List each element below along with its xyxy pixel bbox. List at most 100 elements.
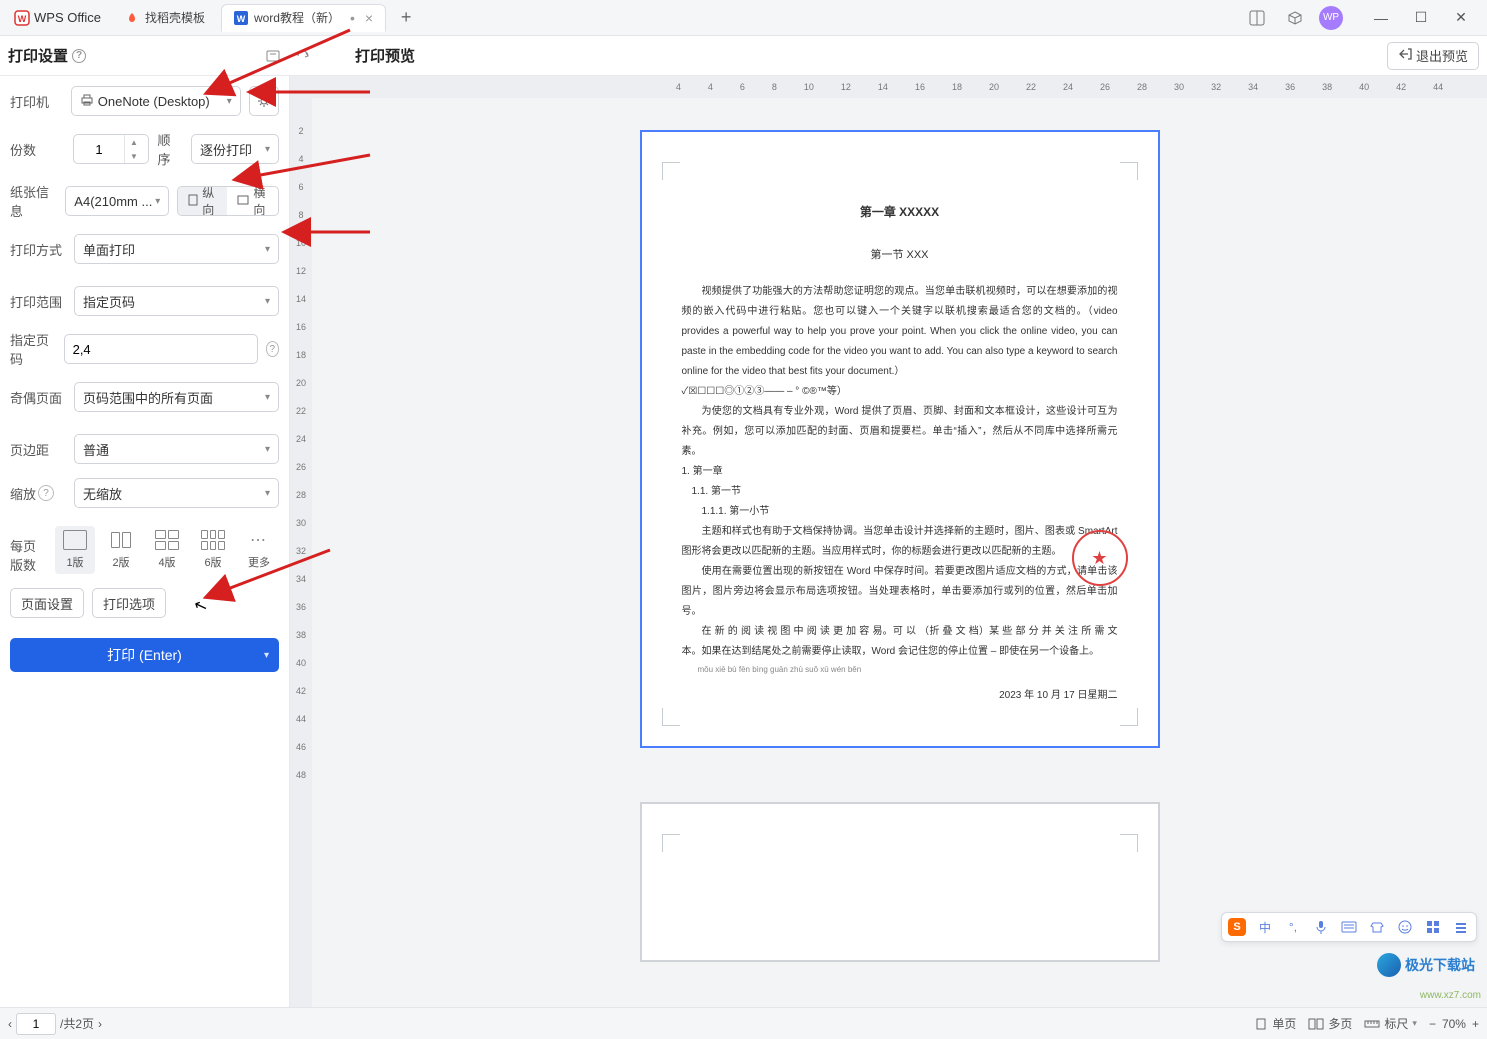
scale-help-icon[interactable]: ? <box>38 485 54 501</box>
paper-size-select[interactable]: A4(210mm ...▾ <box>65 186 169 216</box>
range-select[interactable]: 指定页码▾ <box>74 286 279 316</box>
margin-select[interactable]: 普通▾ <box>74 434 279 464</box>
orientation-toggle: 纵向 横向 <box>177 186 279 216</box>
ime-skin-icon[interactable] <box>1368 918 1386 936</box>
doc-para: 视频提供了功能强大的方法帮助您证明您的观点。当您单击联机视频时，可以在想要添加的… <box>682 282 1118 382</box>
print-settings-panel: 打印机 OneNote (Desktop) ▾ 份数 ▲▼ 顺序 逐份打印▾ 纸… <box>0 76 290 1007</box>
spin-up-icon[interactable]: ▲ <box>125 135 143 149</box>
perpage-more[interactable]: ⋯更多 <box>239 526 279 574</box>
svg-text:W: W <box>18 14 27 24</box>
horizontal-ruler: 4468101214161820222426283032343638404244 <box>312 76 1487 98</box>
print-button[interactable]: 打印 (Enter) ▾ <box>10 638 279 672</box>
close-button[interactable]: ✕ <box>1441 3 1481 33</box>
doc-para: 主题和样式也有助于文档保持协调。当您单击设计并选择新的主题时，图片、图表或 Sm… <box>682 522 1118 562</box>
tab-document[interactable]: W word教程（新） • × <box>221 4 386 32</box>
page-preview: 第一章 XXXXX 第一节 XXX 视频提供了功能强大的方法帮助您证明您的观点。… <box>640 130 1160 748</box>
flame-icon <box>125 11 139 25</box>
chevron-down-icon: ▾ <box>265 144 270 155</box>
printer-label: 打印机 <box>10 92 63 111</box>
page-total: /共2页 <box>60 1015 94 1032</box>
view-ruler-button[interactable]: 标尺▾ <box>1364 1015 1417 1032</box>
print-dropdown-icon[interactable]: ▾ <box>264 650 269 661</box>
tab-templates[interactable]: 找稻壳模板 <box>113 4 217 32</box>
chevron-down-icon: ▾ <box>265 488 270 499</box>
watermark-logo: 极光下载站 <box>1377 953 1475 977</box>
copies-input[interactable] <box>74 142 124 157</box>
ime-toolbar[interactable]: S 中 °, <box>1221 912 1477 942</box>
redo-icon[interactable] <box>291 44 315 68</box>
scale-select[interactable]: 无缩放▾ <box>74 478 279 508</box>
collate-select[interactable]: 逐份打印▾ <box>191 134 279 164</box>
zoom-value: 70% <box>1442 1017 1466 1031</box>
printer-settings-button[interactable] <box>249 86 279 116</box>
view-single-button[interactable]: 单页 <box>1254 1015 1296 1032</box>
ime-menu-icon[interactable] <box>1452 918 1470 936</box>
page-prev-button[interactable]: ‹ <box>8 1017 12 1031</box>
doc-para: 在 新 的 阅 读 视 图 中 阅 读 更 加 容 易。可 以 （折 叠 文 档… <box>682 622 1118 662</box>
doc-date: 2023 年 10 月 17 日星期二 <box>682 686 1118 706</box>
doc-symbols: ✓☒☐☐☐◎①②③—— – ° ©®™等） <box>682 382 1118 402</box>
maximize-button[interactable]: ☐ <box>1401 3 1441 33</box>
settings-title: 打印设置? <box>8 45 86 66</box>
ime-punct-icon[interactable]: °, <box>1284 918 1302 936</box>
perpage-1[interactable]: 1版 <box>55 526 95 574</box>
exit-preview-button[interactable]: 退出预览 <box>1387 42 1479 70</box>
doc-subtitle: 第一节 XXX <box>682 244 1118 266</box>
landscape-button[interactable]: 横向 <box>227 187 278 215</box>
preview-title: 打印预览 <box>355 45 415 66</box>
ime-toolbox-icon[interactable] <box>1424 918 1442 936</box>
user-avatar[interactable]: WP <box>1319 6 1343 30</box>
range-label: 打印范围 <box>10 292 66 311</box>
pages-label: 指定页码 <box>10 330 56 368</box>
ime-mic-icon[interactable] <box>1312 918 1330 936</box>
watermark-url: www.xz7.com <box>1420 990 1481 1001</box>
page-next-button[interactable]: › <box>98 1017 102 1031</box>
cube-icon[interactable] <box>1281 4 1309 32</box>
perpage-6[interactable]: 6版 <box>193 526 233 574</box>
printer-select[interactable]: OneNote (Desktop) ▾ <box>71 86 241 116</box>
spin-down-icon[interactable]: ▼ <box>125 149 143 163</box>
landscape-icon <box>237 194 249 208</box>
svg-text:W: W <box>237 14 246 24</box>
scale-label: 缩放? <box>10 484 66 503</box>
minimize-button[interactable]: — <box>1361 3 1401 33</box>
exit-icon <box>1398 47 1412 64</box>
print-options-button[interactable]: 打印选项 <box>92 588 166 618</box>
chevron-down-icon: ▾ <box>265 392 270 403</box>
zoom-in-button[interactable]: + <box>1472 1017 1479 1031</box>
order-label: 顺序 <box>157 130 183 168</box>
ime-lang-icon[interactable]: 中 <box>1256 918 1274 936</box>
layout-icon[interactable] <box>1243 4 1271 32</box>
page-number-input[interactable] <box>16 1013 56 1035</box>
doc-pinyin: mǒu xiē bù fēn bìng guān zhù suǒ xū wén … <box>682 662 1118 678</box>
red-stamp-icon <box>1072 530 1128 586</box>
ime-emoji-icon[interactable] <box>1396 918 1414 936</box>
app-name: WPS Office <box>34 10 101 25</box>
portrait-button[interactable]: 纵向 <box>178 187 227 215</box>
undo-icon[interactable] <box>261 44 285 68</box>
wps-logo-icon: W <box>14 10 30 26</box>
page-setup-button[interactable]: 页面设置 <box>10 588 84 618</box>
chevron-down-icon: ▾ <box>265 244 270 255</box>
ime-keyboard-icon[interactable] <box>1340 918 1358 936</box>
pages-input[interactable] <box>64 334 258 364</box>
pages-help-icon[interactable]: ? <box>266 341 279 357</box>
copies-spinner[interactable]: ▲▼ <box>73 134 150 164</box>
duplex-select[interactable]: 单面打印▾ <box>74 234 279 264</box>
word-doc-icon: W <box>234 11 248 25</box>
parity-label: 奇偶页面 <box>10 388 66 407</box>
help-icon[interactable]: ? <box>72 49 86 63</box>
zoom-out-button[interactable]: − <box>1429 1017 1436 1031</box>
tab-close-icon[interactable]: × <box>365 10 373 26</box>
perpage-4[interactable]: 4版 <box>147 526 187 574</box>
sogou-logo-icon: S <box>1228 918 1246 936</box>
parity-select[interactable]: 页码范围中的所有页面▾ <box>74 382 279 412</box>
doc-title: 第一章 XXXXX <box>682 200 1118 224</box>
view-multi-button[interactable]: 多页 <box>1308 1015 1352 1032</box>
doc-para: 使用在需要位置出现的新按钮在 Word 中保存时间。若要更改图片适应文档的方式，… <box>682 562 1118 622</box>
printer-icon <box>80 93 94 110</box>
doc-para: 为使您的文档具有专业外观，Word 提供了页眉、页脚、封面和文本框设计，这些设计… <box>682 402 1118 462</box>
new-tab-button[interactable]: + <box>392 4 420 32</box>
margin-label: 页边距 <box>10 440 66 459</box>
perpage-2[interactable]: 2版 <box>101 526 141 574</box>
